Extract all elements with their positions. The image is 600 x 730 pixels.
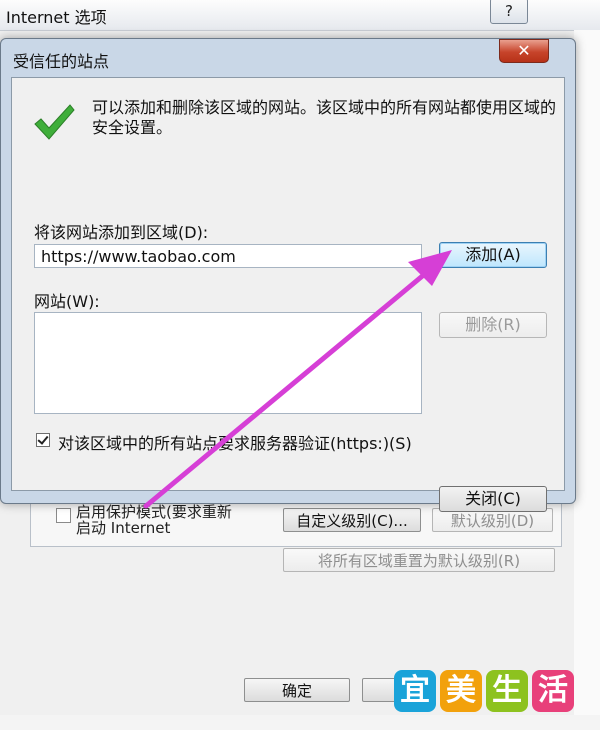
watermark-char: 生	[486, 670, 528, 712]
internet-options-title: Internet 选项	[6, 8, 107, 27]
watermark-char: 活	[532, 670, 574, 712]
help-button[interactable]: ?	[490, 0, 528, 24]
custom-level-button[interactable]: 自定义级别(C)...	[283, 508, 421, 532]
watermark-char: 宜	[394, 670, 436, 712]
websites-label: 网站(W):	[34, 292, 100, 311]
dialog-body: 可以添加和删除该区域的网站。该区域中的所有网站都使用区域的安全设置。 将该网站添…	[11, 77, 565, 512]
protected-mode-label: 启用保护模式(要求重新 启动 Internet	[76, 503, 232, 537]
remove-button[interactable]: 删除(R)	[439, 312, 547, 338]
require-https-checkbox[interactable]	[36, 433, 50, 447]
site-url-input[interactable]	[34, 244, 422, 268]
add-button[interactable]: 添加(A)	[439, 242, 547, 268]
ok-button[interactable]: 确定	[244, 678, 350, 702]
protected-mode-checkbox[interactable]	[56, 508, 71, 523]
reset-all-zones-button[interactable]: 将所有区域重置为默认级别(R)	[283, 548, 555, 572]
green-check-icon	[34, 104, 75, 140]
require-https-label: 对该区域中的所有站点要求服务器验证(https:)(S)	[58, 434, 412, 453]
add-site-label: 将该网站添加到区域(D):	[34, 223, 209, 242]
close-icon[interactable]: ✕	[499, 39, 549, 63]
window-bottom-strip	[0, 715, 600, 730]
dialog-title: 受信任的站点	[13, 52, 110, 71]
trusted-sites-dialog: 受信任的站点 ✕ 可以添加和删除该区域的网站。该区域中的所有网站都使用区域的安全…	[0, 38, 576, 512]
info-text: 可以添加和删除该区域的网站。该区域中的所有网站都使用区域的安全设置。	[92, 98, 557, 137]
watermark-logo: 宜 美 生 活	[394, 670, 574, 712]
close-button[interactable]: 关闭(C)	[439, 486, 547, 512]
watermark-char: 美	[440, 670, 482, 712]
websites-list[interactable]	[34, 312, 422, 414]
window-edge	[574, 30, 600, 730]
